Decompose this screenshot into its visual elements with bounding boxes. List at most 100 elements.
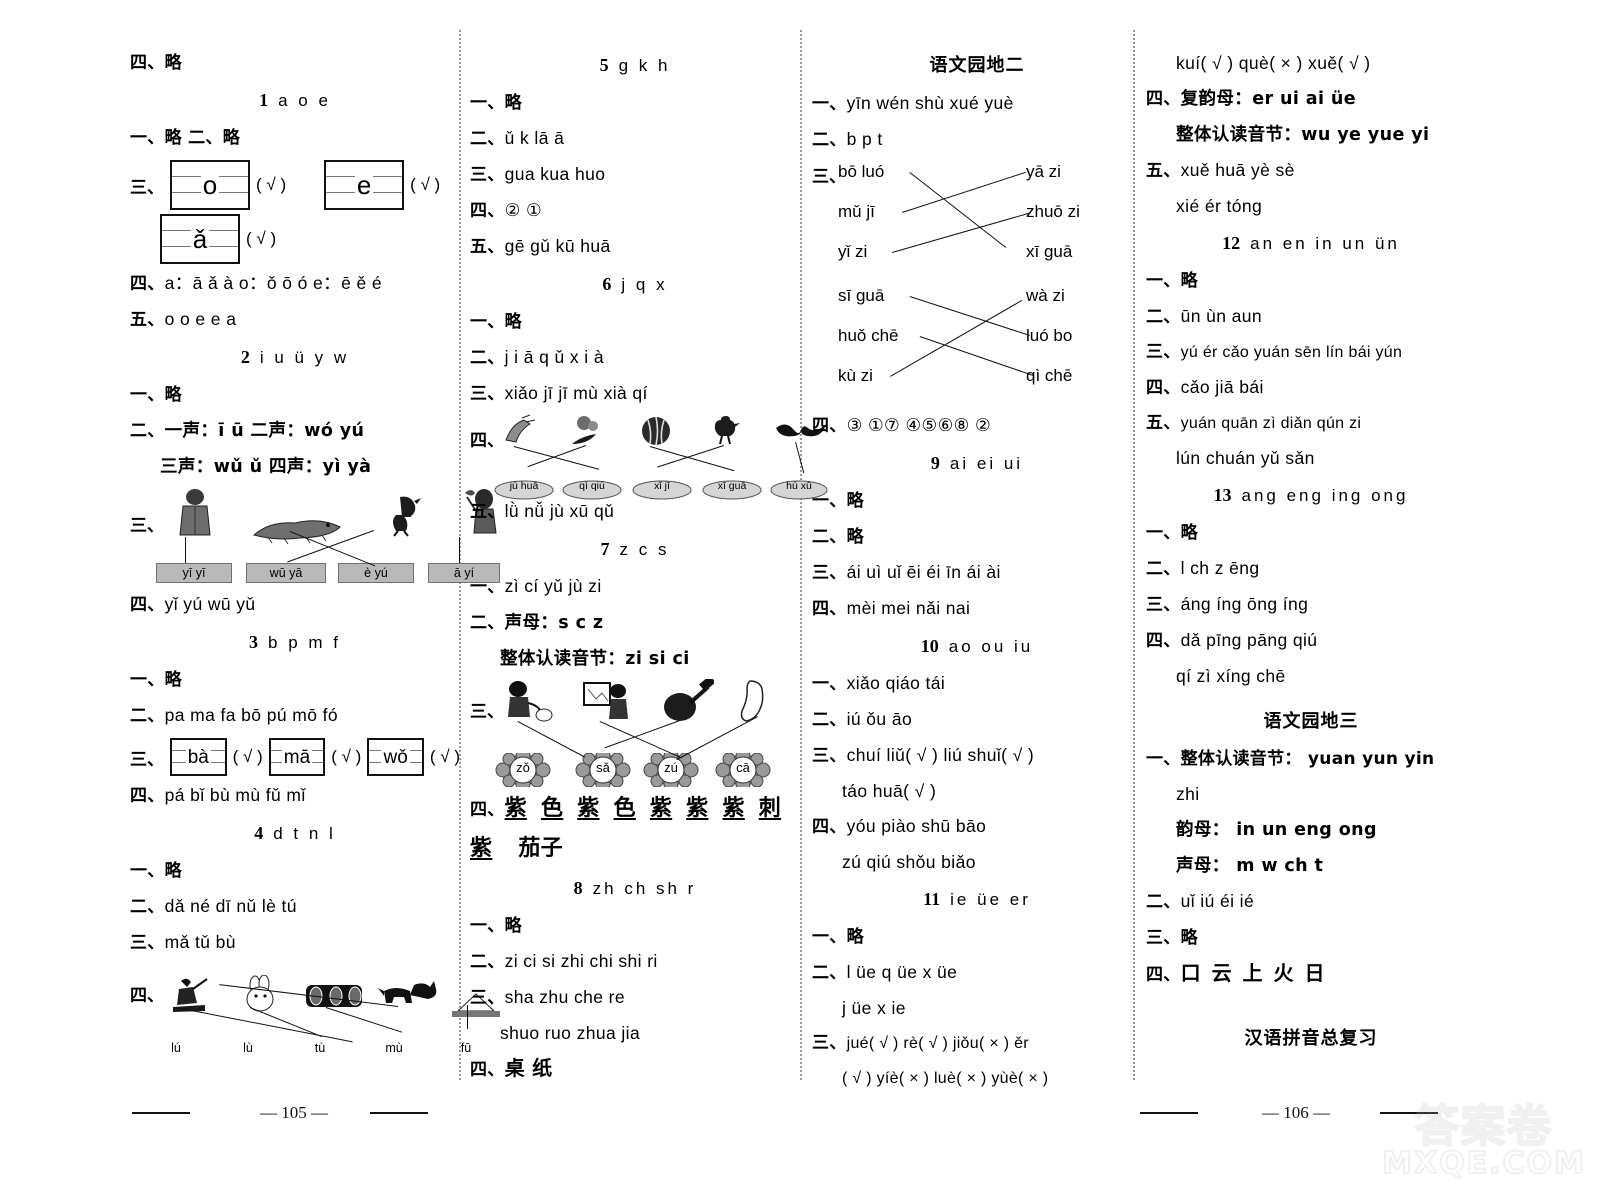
item-text: 略	[164, 861, 182, 881]
picture-chick	[708, 414, 744, 448]
picture-hand-writing	[500, 414, 538, 448]
item-text: 声母： m w ch t	[1176, 856, 1324, 876]
bubble-label: xī guā	[702, 480, 762, 500]
answer-line: 四、a：ā ǎ à o：ǒ ō ó e：ē ě é	[130, 266, 460, 302]
underlined-char: 刺	[758, 796, 782, 821]
item-text: yú ér cǎo yuán sēn lín bái yún	[1180, 344, 1403, 361]
match-right-item: zhuō zi	[1026, 202, 1080, 221]
item-text: 略	[846, 527, 864, 547]
item-text: iú ǒu āo	[846, 709, 913, 729]
flower-match-row: 三、 zǒ sǎ zú cā	[470, 679, 800, 789]
item-text: 略 二、略	[164, 128, 241, 148]
match-line	[919, 336, 1034, 377]
item-text: 口 云 上 火 日	[1180, 961, 1327, 985]
item-label: 四、	[130, 595, 165, 615]
item-label: 四、	[1146, 89, 1181, 109]
item-text: pá bǐ bù mù fǔ mǐ	[164, 785, 306, 805]
item-label: 一、	[470, 93, 505, 113]
answer-line: 韵母： in un eng ong	[1146, 812, 1476, 848]
underlined-char: 紫	[504, 796, 527, 821]
item-text: 韵母： in un eng ong	[1176, 820, 1377, 840]
underlined-char: 紫	[649, 796, 673, 821]
lesson-title: zh ch sh r	[592, 879, 697, 898]
answer-line: 三、yú ér cǎo yuán sēn lín bái yún	[1146, 335, 1476, 370]
item-label: 二、	[470, 613, 505, 633]
answer-line: 三、chuí liǔ( √ ) liú shuǐ( √ )	[812, 738, 1142, 774]
item-text: dǎ né dī nǔ lè tú	[164, 896, 297, 916]
item-text: j üe x ie	[842, 998, 906, 1018]
lesson-title: ie üe er	[950, 890, 1031, 909]
lesson-number: 10	[920, 636, 939, 656]
answer-line: 一、略 二、略	[130, 120, 460, 156]
lesson-number: 5	[599, 55, 609, 75]
item-label: 四、	[1146, 378, 1181, 398]
answer-line: 一、略	[130, 377, 460, 413]
lesson-number: 2	[240, 347, 250, 367]
match-right-item: yā zi	[1026, 162, 1061, 181]
item-label: 二、	[812, 527, 847, 547]
lesson-number: 13	[1213, 485, 1232, 505]
column-4: kuí( √ ) què( × ) xuě( √ ) 四、复韵母：er ui a…	[1146, 46, 1476, 1086]
answer-line: 整体认读音节：wu ye yue yi	[1146, 117, 1476, 153]
item-text: l ch z ēng	[1180, 558, 1260, 578]
answer-box: mā	[268, 738, 326, 776]
item-label: 四、	[812, 416, 847, 436]
bubble-match-row: 四、 jù huā qì qiú xǐ jī xī guā hú xū	[470, 414, 828, 500]
item-text: gē gǔ kū huā	[504, 236, 611, 256]
item-text: dǎ pīng pāng qiú	[1180, 630, 1318, 650]
lesson-heading-6: 6 j q x	[470, 265, 800, 304]
item-text: lǜ nǚ jù xū qǔ	[504, 501, 615, 521]
answer-line: 三、ái uì uǐ ēi éi īn ái ài	[812, 555, 1142, 591]
answer-line: 整体认读音节：zi si ci	[470, 641, 800, 677]
lesson-number: 8	[573, 878, 583, 898]
answer-line: 二、iú ǒu āo	[812, 702, 1142, 738]
item-text: 略	[1180, 928, 1198, 948]
item-label: 一、	[812, 94, 847, 114]
item-label: 二、	[1146, 307, 1181, 327]
answer-line: 一、xiǎo qiáo tái	[812, 666, 1142, 702]
picture-bird	[368, 489, 430, 537]
underlined-char: 紫	[470, 836, 493, 861]
answer-line: 一、略	[1146, 515, 1476, 551]
item-text: a：ā ǎ à o：ǒ ō ó e：ē ě é	[164, 273, 382, 293]
box-letter: wǒ	[381, 746, 410, 768]
answer-line: 五、xuě huā yè sè	[1146, 153, 1476, 189]
lesson-title: d t n l	[273, 824, 336, 843]
footer-rule-left	[132, 1112, 190, 1114]
fourline-letter: ǎ	[190, 224, 210, 254]
answer-line: 四、③ ①⑦ ④⑤⑥⑧ ②	[812, 408, 1142, 444]
lesson-number: 11	[923, 889, 941, 909]
lesson-heading-13: 13 ang eng ing ong	[1146, 476, 1476, 515]
picture-label: wū yā	[246, 563, 326, 583]
answer-line: 三声：wǔ ǔ 四声：yì yà	[130, 449, 460, 485]
answer-line: 四、dǎ pīng pāng qiú	[1146, 623, 1476, 659]
lesson-heading-1: 1 a o e	[130, 81, 460, 120]
bubble-label: xǐ jī	[632, 480, 692, 500]
match-line	[649, 446, 735, 472]
item-text: lún chuán yǔ sǎn	[1176, 448, 1315, 468]
picture-person-in-coat	[164, 489, 226, 537]
box-letter: mā	[281, 746, 313, 768]
item-label: 二、	[130, 421, 165, 441]
match-line	[892, 212, 1029, 253]
check-mark: ( √ )	[429, 747, 461, 766]
fourline-box: ǎ	[160, 214, 240, 264]
check-mark: ( √ )	[256, 175, 287, 194]
check-mark: ( √ )	[246, 229, 277, 248]
item-text: qí zì xíng chē	[1176, 666, 1286, 686]
answer-line: 二、声母：s c z	[470, 605, 800, 641]
item-text: yīn wén shù xué yuè	[846, 93, 1014, 113]
item-label: 二、	[470, 952, 505, 972]
lesson-title: ao ou iu	[948, 637, 1034, 656]
item-text: chuí liǔ( √ ) liú shuǐ( √ )	[846, 745, 1035, 765]
footer-rule-left2	[370, 1112, 428, 1114]
item-label: 二、	[130, 897, 165, 917]
item-text: ( √ ) yíè( × ) luè( × ) yùè( × )	[842, 1070, 1049, 1087]
answer-line: 四、pá bǐ bù mù fǔ mǐ	[130, 778, 460, 814]
answer-line: qí zì xíng chē	[1146, 659, 1476, 694]
item-text: 略	[504, 916, 522, 936]
page-number-left: — 105 —	[260, 1103, 328, 1122]
item-label: 二、	[1146, 892, 1181, 912]
item-label: 四、	[470, 1060, 505, 1080]
lesson-number: 12	[1222, 233, 1241, 253]
